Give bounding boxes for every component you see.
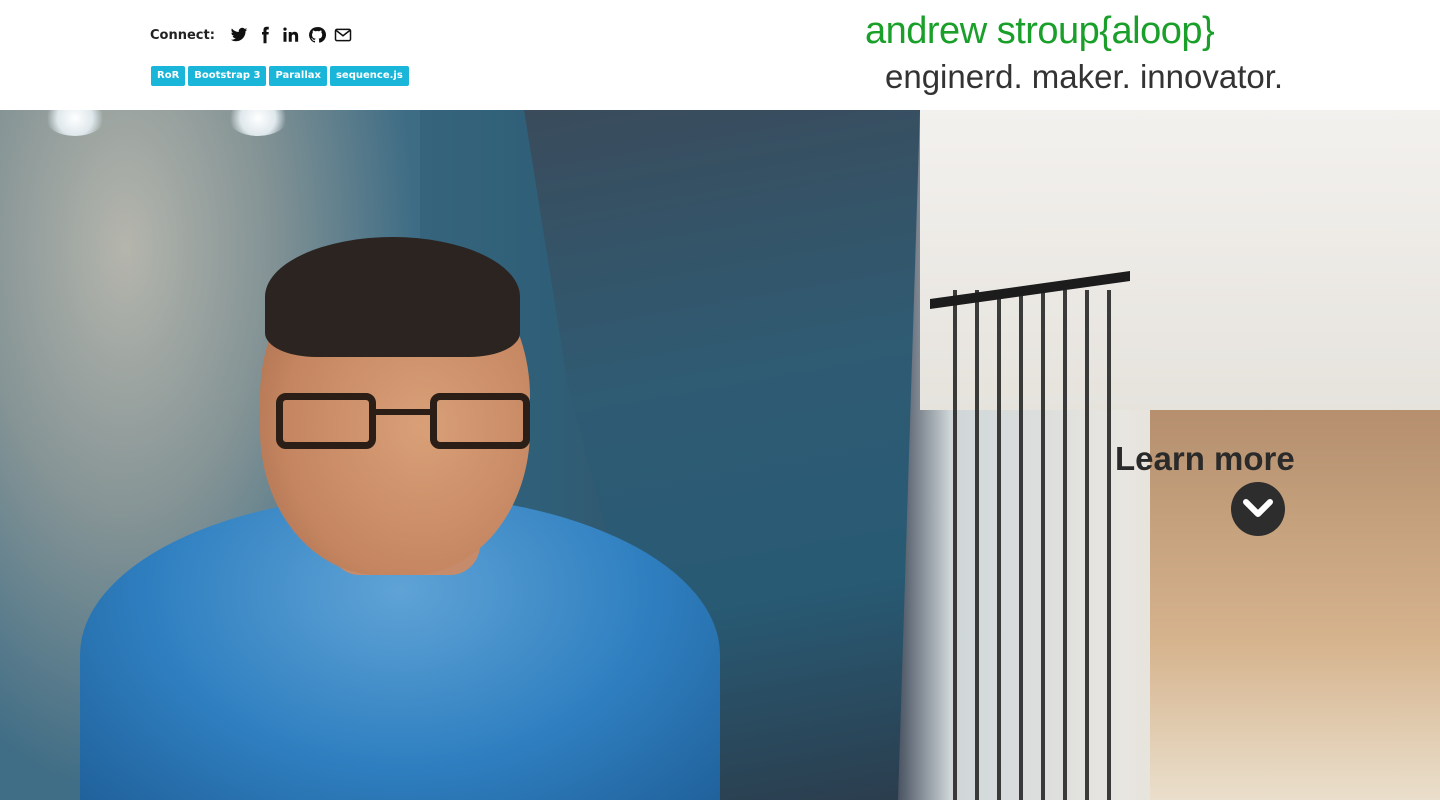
site-tagline: enginerd. maker. innovator.	[885, 58, 1284, 95]
tag-ror: RoR	[151, 66, 186, 86]
twitter-icon[interactable]	[229, 25, 249, 45]
hero-section: Learn more	[0, 110, 1440, 800]
tag-bootstrap: Bootstrap 3	[188, 66, 267, 86]
connect-bar: Connect:	[150, 25, 359, 45]
facebook-icon[interactable]	[255, 25, 275, 45]
social-links	[229, 25, 359, 45]
portrait-person	[80, 237, 720, 800]
tag-parallax: Parallax	[269, 66, 327, 86]
connect-label: Connect:	[150, 27, 215, 43]
chevron-down-icon[interactable]	[1231, 482, 1285, 536]
site-header: Connect: RoR Bootstrap 3 Parallax sequen…	[0, 0, 1440, 110]
tag-sequencejs: sequence.js	[329, 66, 409, 86]
email-icon[interactable]	[333, 25, 353, 45]
site-brand[interactable]: andrew stroup{aloop}	[865, 10, 1215, 53]
learn-more[interactable]: Learn more	[1115, 440, 1295, 536]
github-icon[interactable]	[307, 25, 327, 45]
linkedin-icon[interactable]	[281, 25, 301, 45]
learn-more-label[interactable]: Learn more	[1115, 440, 1295, 478]
tech-tags: RoR Bootstrap 3 Parallax sequence.js	[151, 66, 412, 86]
